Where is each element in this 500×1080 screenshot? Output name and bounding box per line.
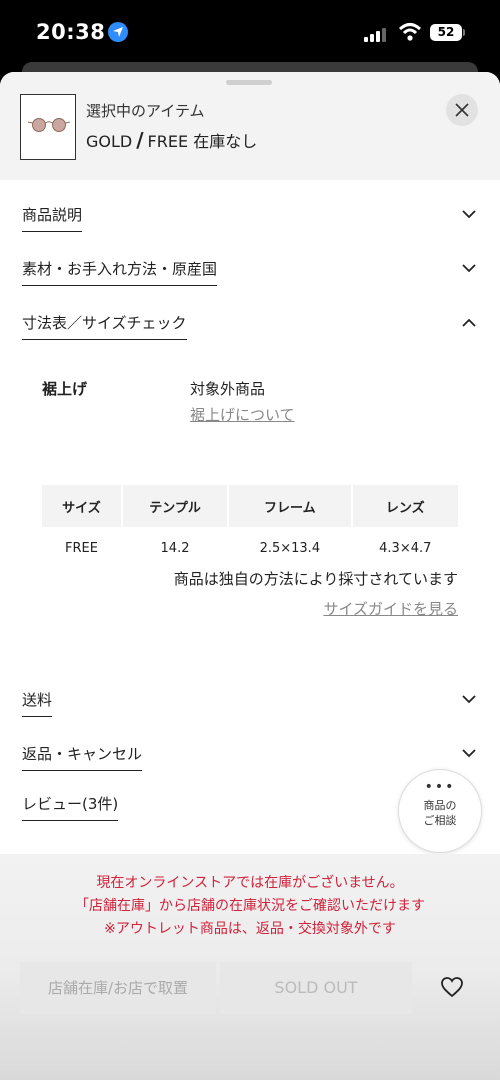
size-table-header: フレーム: [229, 485, 351, 527]
location-arrow-icon: [108, 22, 128, 42]
product-consult-button[interactable]: ••• 商品の ご相談: [398, 769, 482, 853]
size-table-cell: 14.2: [160, 540, 190, 556]
selected-item-info: GOLD / FREE 在庫なし: [86, 128, 257, 152]
chevron-down-icon: [462, 264, 476, 273]
accordion-label: 素材・お手入れ方法・原産国: [22, 258, 218, 286]
notice-line: ※アウトレット商品は、返品・交換対象外です: [104, 921, 396, 937]
selected-item-header: 選択中のアイテム GOLD / FREE 在庫なし: [0, 72, 500, 180]
sold-out-button[interactable]: SOLD OUT: [220, 962, 412, 1014]
chevron-down-icon: [462, 749, 476, 758]
product-detail-sheet: 選択中のアイテム GOLD / FREE 在庫なし 商品説明 素材・お手入れ方法・原…: [0, 72, 500, 1080]
accordion-material[interactable]: 素材・お手入れ方法・原産国: [22, 258, 478, 292]
selected-item-title: 選択中のアイテム: [86, 102, 205, 120]
size-value: FREE: [147, 132, 189, 151]
hem-info-link[interactable]: 裾上げについて: [190, 404, 295, 425]
size-table-header: レンズ: [352, 485, 458, 527]
stock-status: 在庫なし: [193, 132, 258, 151]
chevron-up-icon: [462, 318, 476, 327]
separator-slash: /: [136, 128, 144, 152]
cellular-signal-icon: [364, 26, 388, 42]
battery-tip: [463, 29, 465, 36]
product-thumbnail: [20, 94, 76, 160]
accordion-size-chart[interactable]: 寸法表／サイズチェック: [22, 312, 478, 346]
size-table-header: テンプル: [122, 485, 228, 527]
accordion-description[interactable]: 商品説明: [22, 204, 478, 238]
accordion-label: 返品・キャンセル: [22, 743, 143, 771]
accordion-label: 商品説明: [22, 204, 83, 232]
table-row: FREE 14.2 2.5×13.4 4.3×4.7: [42, 527, 458, 569]
accordion-label: 寸法表／サイズチェック: [22, 312, 187, 340]
chevron-down-icon: [462, 210, 476, 219]
close-button[interactable]: [446, 94, 478, 126]
sunglasses-icon: [27, 118, 71, 132]
size-table: サイズ テンプル フレーム レンズ FREE 14.2 2.5×13.4 4.3…: [40, 485, 460, 569]
consult-label-line2: ご相談: [423, 814, 457, 827]
size-table-cell: 2.5×13.4: [259, 540, 321, 556]
size-table-header-row: サイズ テンプル フレーム レンズ: [42, 485, 458, 527]
purchase-footer: 現在オンラインストアでは在庫がございません。 「店舗在庫」から店舗の在庫状況をご…: [0, 854, 500, 1080]
size-table-cell: FREE: [64, 540, 98, 556]
notice-line: 「店舗在庫」から店舗の在庫状況をご確認いただけます: [75, 898, 425, 914]
color-value: GOLD: [86, 132, 133, 151]
hem-label: 裾上げ: [42, 380, 88, 398]
accordion-shipping[interactable]: 送料: [22, 689, 478, 723]
more-dots-icon: •••: [424, 779, 456, 795]
status-bar: 20:38 52: [0, 0, 500, 70]
battery-icon: 52: [430, 24, 462, 41]
accordion-returns[interactable]: 返品・キャンセル: [22, 743, 478, 777]
size-guide-link[interactable]: サイズガイドを見る: [323, 598, 458, 619]
notice-line: 現在オンラインストアでは在庫がございません。: [96, 875, 404, 891]
measurement-note: 商品は独自の方法により採寸されています: [173, 570, 458, 588]
accordion-label: 送料: [22, 689, 53, 717]
chevron-down-icon: [462, 695, 476, 704]
favorite-heart-icon[interactable]: [440, 976, 464, 998]
size-table-header: サイズ: [42, 485, 121, 527]
store-stock-button[interactable]: 店舗在庫/お店で取置: [20, 962, 216, 1014]
accordion-label: レビュー(3件): [22, 793, 119, 821]
close-icon: [455, 103, 469, 117]
sheet-grabber[interactable]: [226, 80, 272, 85]
stock-notice: 現在オンラインストアでは在庫がございません。 「店舗在庫」から店舗の在庫状況をご…: [0, 872, 500, 941]
wifi-icon: [398, 23, 422, 41]
hem-value: 対象外商品: [190, 380, 266, 398]
size-table-cell: 4.3×4.7: [379, 540, 432, 556]
clock: 20:38: [36, 20, 106, 44]
consult-label-line1: 商品の: [423, 799, 457, 812]
